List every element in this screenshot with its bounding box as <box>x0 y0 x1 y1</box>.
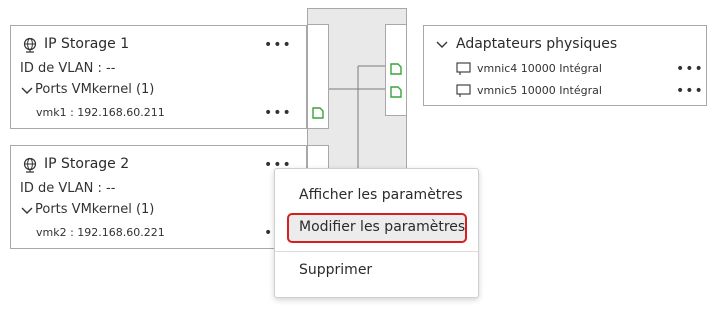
uplink-port-icon <box>390 63 402 75</box>
chevron-down-icon[interactable] <box>436 40 448 50</box>
chevron-down-icon[interactable] <box>21 86 33 96</box>
chevron-down-icon[interactable] <box>21 206 33 216</box>
portgroup-card-ip-storage-1: IP Storage 1 ••• ID de VLAN : -- Ports V… <box>10 25 307 129</box>
nic-icon <box>456 62 471 75</box>
adapter-more-actions-button[interactable]: ••• <box>676 84 704 98</box>
adapter-vmnic5: vmnic5 10000 Intégral <box>477 84 602 97</box>
vmkernel-port-entry: vmk2 : 192.168.60.221 <box>36 226 165 239</box>
physical-adapters-title: Adaptateurs physiques <box>456 36 618 52</box>
menu-item-view-settings[interactable]: Afficher les paramètres <box>299 187 463 203</box>
portgroup-card-ip-storage-2: IP Storage 2 ••• ID de VLAN : -- Ports V… <box>10 145 307 249</box>
nic-icon <box>456 84 471 97</box>
portgroup-title: IP Storage 1 <box>44 36 130 52</box>
uplink-port-icon <box>390 86 402 98</box>
network-globe-icon <box>23 37 37 53</box>
more-actions-button[interactable]: ••• <box>264 38 292 52</box>
vlan-id-label: ID de VLAN : -- <box>20 61 116 76</box>
vmkernel-port-entry: vmk1 : 192.168.60.211 <box>36 106 165 119</box>
network-globe-icon <box>23 157 37 173</box>
adapter-vmnic4: vmnic4 10000 Intégral <box>477 62 602 75</box>
menu-item-edit-settings[interactable]: Modifier les paramètres <box>299 219 465 235</box>
vmkernel-ports-toggle[interactable]: Ports VMkernel (1) <box>35 202 154 217</box>
adapter-more-actions-button[interactable]: ••• <box>676 62 704 76</box>
context-menu: Afficher les paramètres Modifier les par… <box>274 168 479 298</box>
port-icon <box>312 107 324 119</box>
menu-item-delete[interactable]: Supprimer <box>299 262 372 278</box>
vmk-more-actions-button[interactable]: ••• <box>264 106 292 120</box>
menu-separator <box>275 251 478 252</box>
vmkernel-ports-toggle[interactable]: Ports VMkernel (1) <box>35 82 154 97</box>
portgroup-title: IP Storage 2 <box>44 156 130 172</box>
physical-adapters-card: Adaptateurs physiques vmnic4 10000 Intég… <box>423 25 707 106</box>
vlan-id-label: ID de VLAN : -- <box>20 181 116 196</box>
